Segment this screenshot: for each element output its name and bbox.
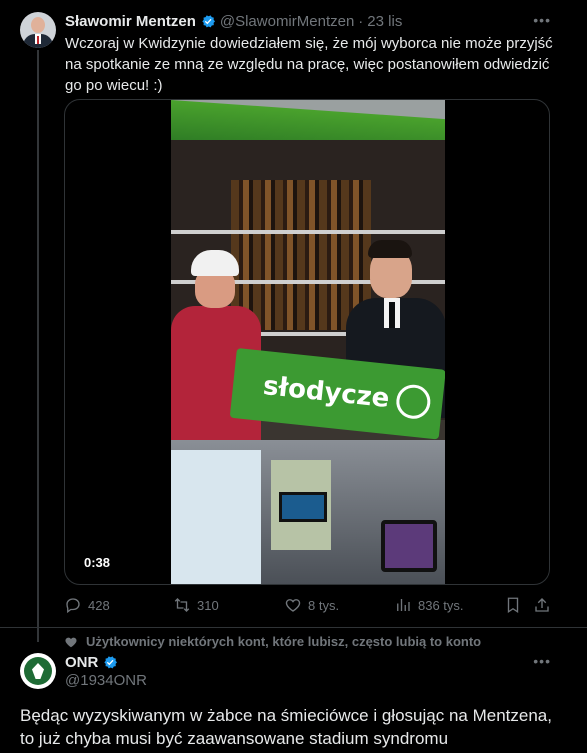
like-button[interactable]: 8 tys.	[284, 596, 339, 614]
repost-button[interactable]: 310	[173, 596, 219, 614]
heart-icon	[285, 599, 301, 612]
avatar[interactable]	[20, 12, 56, 48]
thread-line	[37, 50, 39, 642]
reply-button[interactable]: 428	[64, 596, 110, 614]
author-name[interactable]: Sławomir Mentzen	[65, 13, 196, 30]
divider	[0, 627, 587, 628]
tweet-header: Sławomir Mentzen @SlawomirMentzen · 23 l…	[65, 12, 402, 30]
views-count: 836 tys.	[418, 597, 464, 613]
social-context: Użytkownicy niektórych kont, które lubis…	[64, 634, 481, 649]
more-options-icon[interactable]: •••	[533, 653, 551, 669]
share-icon	[535, 598, 549, 612]
heart-filled-icon	[65, 637, 77, 647]
timestamp[interactable]: 23 lis	[367, 13, 402, 30]
store-sign-text: słodycze	[261, 371, 391, 415]
more-options-icon[interactable]: •••	[533, 12, 551, 28]
video-media[interactable]: słodycze 0:38	[64, 99, 550, 585]
share-button[interactable]	[533, 596, 557, 614]
action-bar: 428 310 8 tys. 836 tys.	[64, 596, 550, 616]
tweet-2-header: ONR	[65, 653, 122, 671]
bookmark-button[interactable]	[504, 596, 528, 614]
author-handle-2[interactable]: @1934ONR	[65, 672, 147, 689]
avatar-onr[interactable]	[20, 653, 56, 689]
author-handle[interactable]: @SlawomirMentzen	[220, 13, 354, 30]
views-chart-icon	[397, 599, 410, 611]
repost-count: 310	[197, 597, 219, 613]
like-count: 8 tys.	[308, 597, 340, 613]
reply-count: 428	[88, 597, 110, 613]
tweet-2-text: Będąc wyzyskiwanym w żabce na śmieciówce…	[20, 706, 552, 753]
social-context-text: Użytkownicy niektórych kont, które lubis…	[86, 634, 482, 649]
reply-icon	[66, 598, 80, 614]
video-frame[interactable]: słodycze	[171, 100, 445, 584]
views-button[interactable]: 836 tys.	[394, 596, 464, 614]
tweet-text: Wczoraj w Kwidzynie dowiedziałem się, że…	[65, 35, 553, 94]
tweet-1[interactable]: Sławomir Mentzen @SlawomirMentzen · 23 l…	[0, 0, 587, 642]
author-name-2[interactable]: ONR	[65, 654, 98, 671]
repost-icon	[174, 598, 190, 612]
bookmark-icon	[507, 597, 519, 614]
verified-badge-icon	[104, 656, 118, 669]
separator-dot: ·	[358, 12, 364, 30]
video-duration: 0:38	[84, 555, 111, 570]
verified-badge-icon	[202, 15, 215, 28]
